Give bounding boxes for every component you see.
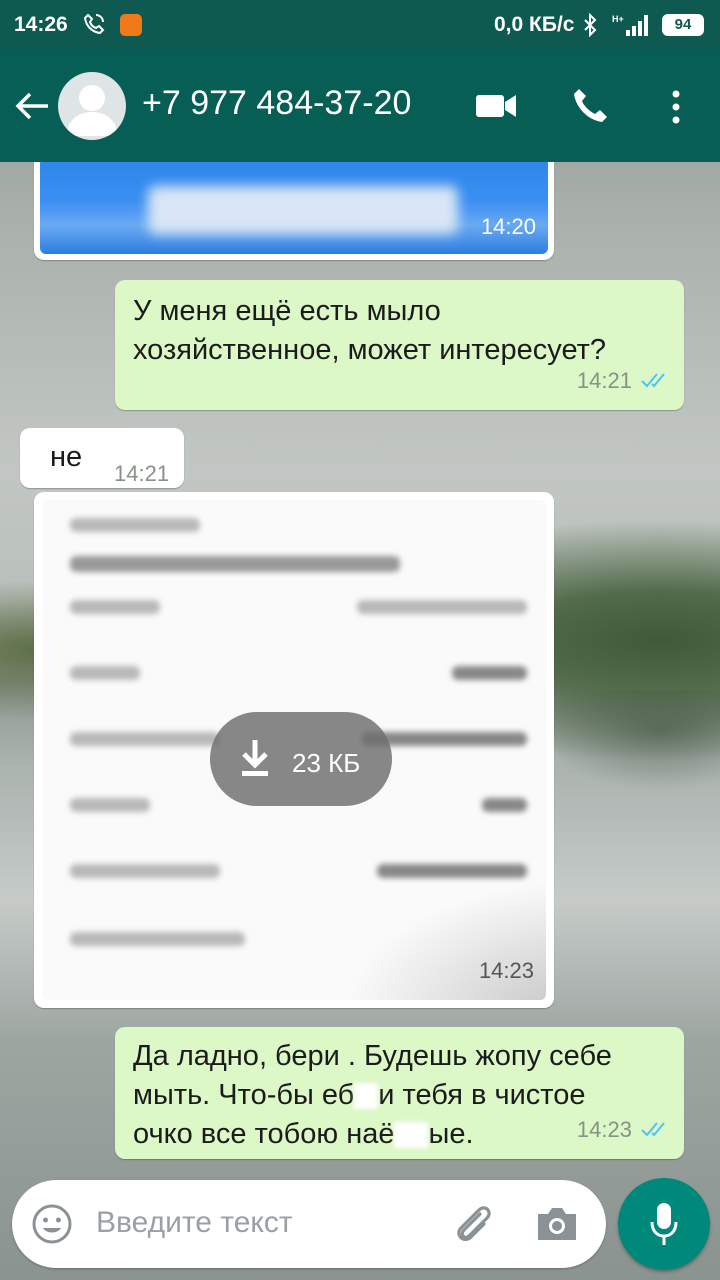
outgoing-message[interactable]: Да ладно, бери . Будешь жопу себе мыть. … <box>115 1027 684 1159</box>
message-time: 14:20 <box>480 214 536 239</box>
message-text-line: У меня ещё есть мыло <box>133 295 441 327</box>
app-notification-icon <box>120 14 142 36</box>
incoming-message[interactable]: не 14:21 <box>20 428 184 488</box>
status-time: 14:26 <box>14 13 68 36</box>
signal-icon: H+ <box>612 14 648 36</box>
download-arrow-icon <box>242 740 268 776</box>
attach-icon[interactable] <box>450 1200 496 1246</box>
back-arrow-icon[interactable] <box>14 90 50 122</box>
contact-avatar[interactable] <box>58 72 126 140</box>
default-avatar-icon <box>66 85 118 136</box>
download-button[interactable]: 23 КБ <box>210 712 392 806</box>
camera-icon[interactable] <box>534 1204 580 1244</box>
message-meta: 14:21 <box>577 360 670 400</box>
status-bar: 14:26 0,0 КБ/с H+ 94 <box>0 0 720 50</box>
redaction-mark <box>354 1083 379 1110</box>
message-text-fragment: ые. <box>428 1118 474 1150</box>
svg-text:H+: H+ <box>612 14 624 24</box>
contact-name[interactable]: +7 977 484-37-20 <box>142 84 411 123</box>
voice-call-icon[interactable] <box>572 86 610 124</box>
download-size: 23 КБ <box>292 748 361 778</box>
image-message[interactable]: 23 КБ 14:23 <box>34 492 554 1008</box>
image-message[interactable]: 14:20 <box>34 162 554 260</box>
blurred-image[interactable]: 14:20 <box>40 162 548 254</box>
message-time: 14:21 <box>114 461 170 486</box>
voice-record-button[interactable] <box>618 1178 710 1270</box>
call-status-icon <box>83 13 105 35</box>
message-composer[interactable]: Введите текст <box>12 1180 606 1268</box>
read-ticks-icon <box>641 1122 665 1137</box>
battery-indicator: 94 <box>662 14 704 36</box>
redaction-mark <box>394 1122 429 1149</box>
message-time: 14:23 <box>576 1117 632 1142</box>
chat-header: +7 977 484-37-20 <box>0 50 720 162</box>
microphone-icon <box>650 1203 678 1245</box>
bluetooth-icon <box>584 13 597 37</box>
message-text: не <box>50 441 83 473</box>
message-list[interactable]: 14:20 У меня ещё есть мыло хозяйственное… <box>0 162 720 1172</box>
message-time: 14:23 <box>478 958 534 983</box>
message-text-fragment: очко все тобою наё <box>133 1118 395 1150</box>
message-input[interactable]: Введите текст <box>96 1206 293 1240</box>
video-call-icon[interactable] <box>474 92 518 120</box>
message-text-fragment: и тебя в чистое <box>378 1079 586 1111</box>
network-speed: 0,0 КБ/с <box>494 13 575 36</box>
blurred-receipt-image[interactable]: 23 КБ 14:23 <box>42 500 546 1000</box>
message-text-fragment: мыть. Что-бы еб <box>133 1079 355 1111</box>
message-meta: 14:23 <box>577 1109 670 1149</box>
message-time: 14:21 <box>576 368 632 393</box>
message-text-line: Да ладно, бери . Будешь жопу себе <box>133 1040 612 1072</box>
read-ticks-icon <box>641 373 665 388</box>
outgoing-message[interactable]: У меня ещё есть мыло хозяйственное, може… <box>115 280 684 410</box>
more-options-icon[interactable] <box>666 88 686 126</box>
emoji-icon[interactable] <box>30 1202 74 1246</box>
